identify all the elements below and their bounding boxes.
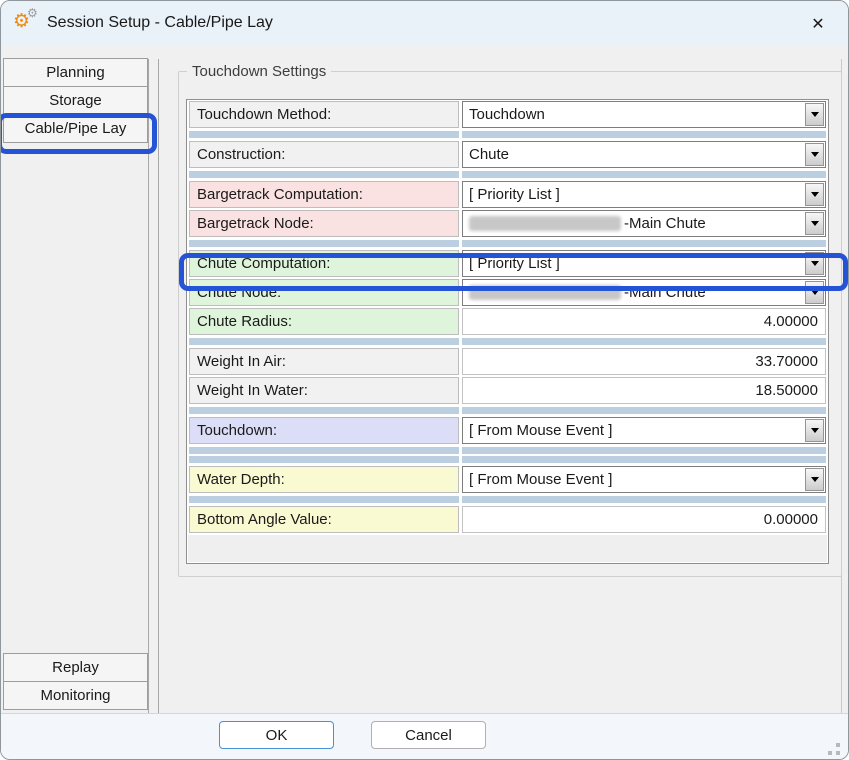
sidebar-item-planning[interactable]: Planning xyxy=(3,58,148,87)
field-label: Touchdown: xyxy=(189,417,459,444)
row-spacer xyxy=(189,447,826,454)
chevron-down-icon[interactable] xyxy=(805,183,824,206)
water-depth-dropdown[interactable]: [ From Mouse Event ] xyxy=(462,466,826,493)
window-title: Session Setup - Cable/Pipe Lay xyxy=(47,14,273,32)
row-water-depth: Water Depth: [ From Mouse Event ] xyxy=(189,466,826,493)
chevron-down-icon[interactable] xyxy=(805,103,824,126)
row-spacer xyxy=(189,131,826,138)
field-label: Bargetrack Computation: xyxy=(189,181,459,208)
cancel-button[interactable]: Cancel xyxy=(371,721,486,749)
row-weight-in-air: Weight In Air: xyxy=(189,348,826,375)
row-weight-in-water: Weight In Water: xyxy=(189,377,826,404)
ok-button[interactable]: OK xyxy=(219,721,334,749)
chute-node-dropdown[interactable]: -Main Chute xyxy=(462,279,826,306)
chevron-down-icon[interactable] xyxy=(805,212,824,235)
redacted-text xyxy=(469,285,621,300)
bottom-angle-value-input[interactable] xyxy=(462,506,826,533)
chute-radius-input[interactable] xyxy=(462,308,826,335)
chevron-down-icon[interactable] xyxy=(805,143,824,166)
chevron-down-icon[interactable] xyxy=(805,252,824,275)
weight-in-air-input[interactable] xyxy=(462,348,826,375)
group-title: Touchdown Settings xyxy=(187,63,331,80)
row-chute-radius: Chute Radius: xyxy=(189,308,826,335)
row-spacer xyxy=(189,338,826,345)
field-label: Chute Radius: xyxy=(189,308,459,335)
row-spacer xyxy=(189,407,826,414)
bargetrack-computation-dropdown[interactable]: [ Priority List ] xyxy=(462,181,826,208)
settings-table: Touchdown Method: Touchdown Construction… xyxy=(186,99,829,564)
field-label: Chute Node: xyxy=(189,279,459,306)
gear-small-icon: ⚙ xyxy=(27,7,38,19)
field-label: Chute Computation: xyxy=(189,250,459,277)
row-chute-node: Chute Node: -Main Chute xyxy=(189,279,826,306)
dropdown-value: -Main Chute xyxy=(624,284,706,301)
row-spacer xyxy=(189,240,826,247)
close-icon[interactable]: ✕ xyxy=(805,10,831,36)
weight-in-water-input[interactable] xyxy=(462,377,826,404)
touchdown-method-dropdown[interactable]: Touchdown xyxy=(462,101,826,128)
row-touchdown: Touchdown: [ From Mouse Event ] xyxy=(189,417,826,444)
row-touchdown-method: Touchdown Method: Touchdown xyxy=(189,101,826,128)
sidebar-item-monitoring[interactable]: Monitoring xyxy=(3,681,148,710)
touchdown-dropdown[interactable]: [ From Mouse Event ] xyxy=(462,417,826,444)
redacted-text xyxy=(469,216,621,231)
field-label: Weight In Air: xyxy=(189,348,459,375)
dropdown-value: [ Priority List ] xyxy=(463,251,804,276)
sidebar-item-replay[interactable]: Replay xyxy=(3,653,148,682)
sidebar-item-storage[interactable]: Storage xyxy=(3,86,148,115)
dropdown-value: Chute xyxy=(463,142,804,167)
bargetrack-node-dropdown[interactable]: -Main Chute xyxy=(462,210,826,237)
main-panel: Touchdown Settings Touchdown Method: Tou… xyxy=(158,59,842,713)
field-label: Bargetrack Node: xyxy=(189,210,459,237)
table-empty-area xyxy=(188,535,827,562)
dropdown-value: [ From Mouse Event ] xyxy=(463,467,804,492)
field-label: Construction: xyxy=(189,141,459,168)
session-setup-dialog: ⚙ ⚙ Session Setup - Cable/Pipe Lay ✕ Pla… xyxy=(0,0,849,760)
row-bottom-angle-value: Bottom Angle Value: xyxy=(189,506,826,533)
dropdown-value: Touchdown xyxy=(463,102,804,127)
field-label: Bottom Angle Value: xyxy=(189,506,459,533)
row-bargetrack-node: Bargetrack Node: -Main Chute xyxy=(189,210,826,237)
sidebar-item-cable-pipe-lay[interactable]: Cable/Pipe Lay xyxy=(3,114,148,143)
row-construction: Construction: Chute xyxy=(189,141,826,168)
resize-grip[interactable] xyxy=(828,751,832,755)
footer-bar: OK Cancel xyxy=(1,713,848,760)
app-gears-icon: ⚙ ⚙ xyxy=(13,9,43,37)
titlebar: ⚙ ⚙ Session Setup - Cable/Pipe Lay ✕ xyxy=(1,1,848,45)
chevron-down-icon[interactable] xyxy=(805,281,824,304)
row-spacer xyxy=(189,496,826,503)
chute-computation-dropdown[interactable]: [ Priority List ] xyxy=(462,250,826,277)
field-label: Weight In Water: xyxy=(189,377,459,404)
dropdown-value: [ Priority List ] xyxy=(463,182,804,207)
field-label: Water Depth: xyxy=(189,466,459,493)
chevron-down-icon[interactable] xyxy=(805,468,824,491)
row-chute-computation: Chute Computation: [ Priority List ] xyxy=(189,250,826,277)
dropdown-value: [ From Mouse Event ] xyxy=(463,418,804,443)
row-spacer xyxy=(189,456,826,463)
sidebar: Planning Storage Cable/Pipe Lay Replay M… xyxy=(3,59,149,713)
row-spacer xyxy=(189,171,826,178)
row-bargetrack-computation: Bargetrack Computation: [ Priority List … xyxy=(189,181,826,208)
chevron-down-icon[interactable] xyxy=(805,419,824,442)
construction-dropdown[interactable]: Chute xyxy=(462,141,826,168)
touchdown-settings-group: Touchdown Settings Touchdown Method: Tou… xyxy=(178,71,842,577)
dropdown-value: -Main Chute xyxy=(624,215,706,232)
field-label: Touchdown Method: xyxy=(189,101,459,128)
